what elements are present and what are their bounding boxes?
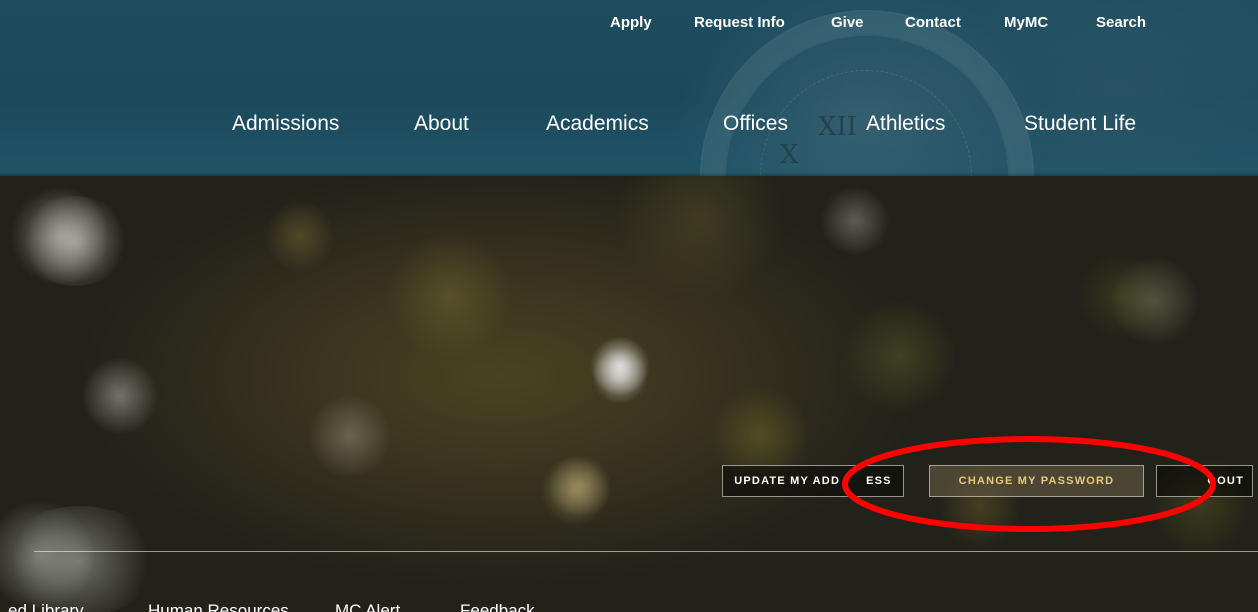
change-password-label: CHANGE MY PASSWORD bbox=[958, 475, 1115, 487]
nav-admissions[interactable]: Admissions bbox=[232, 112, 339, 136]
update-address-label: UPDATE MY ADD bbox=[734, 475, 841, 487]
util-link-search[interactable]: Search bbox=[1096, 14, 1146, 31]
nav-about[interactable]: About bbox=[414, 112, 469, 136]
quick-link-human-resources[interactable]: Human Resources bbox=[148, 601, 289, 612]
quick-link-library[interactable]: ed Library bbox=[8, 601, 84, 612]
bokeh-light bbox=[20, 196, 130, 286]
clock-numeral: X bbox=[780, 140, 799, 170]
quick-link-mc-alert[interactable]: MC Alert bbox=[335, 601, 400, 612]
bokeh-light bbox=[1110, 256, 1200, 346]
bokeh-light bbox=[540, 456, 610, 526]
bokeh-light bbox=[820, 186, 890, 256]
nav-offices[interactable]: Offices bbox=[723, 112, 788, 136]
quick-link-feedback[interactable]: Feedback bbox=[460, 601, 535, 612]
util-link-contact[interactable]: Contact bbox=[905, 14, 961, 31]
change-my-password-button[interactable]: CHANGE MY PASSWORD bbox=[929, 465, 1144, 497]
logout-button[interactable]: GOUT bbox=[1156, 465, 1253, 497]
nav-student-life[interactable]: Student Life bbox=[1024, 112, 1136, 136]
logout-label: GOUT bbox=[1207, 475, 1244, 487]
update-address-label-tail: ESS bbox=[866, 475, 892, 487]
util-link-apply[interactable]: Apply bbox=[610, 14, 652, 31]
bokeh-light bbox=[590, 336, 650, 396]
util-link-mymc[interactable]: MyMC bbox=[1004, 14, 1048, 31]
nav-athletics[interactable]: Athletics bbox=[866, 112, 945, 136]
nav-academics[interactable]: Academics bbox=[546, 112, 649, 136]
util-link-request-info[interactable]: Request Info bbox=[694, 14, 785, 31]
site-header: XII X Apply Request Info Give Contact My… bbox=[0, 0, 1258, 176]
hero-divider bbox=[34, 551, 1258, 552]
update-my-address-button[interactable]: UPDATE MY ADD ESS bbox=[722, 465, 904, 497]
util-link-give[interactable]: Give bbox=[831, 14, 864, 31]
hero-background: UPDATE MY ADD ESS CHANGE MY PASSWORD GOUT… bbox=[0, 176, 1258, 612]
bokeh-light bbox=[0, 506, 160, 612]
clock-numeral: XII bbox=[818, 112, 858, 142]
